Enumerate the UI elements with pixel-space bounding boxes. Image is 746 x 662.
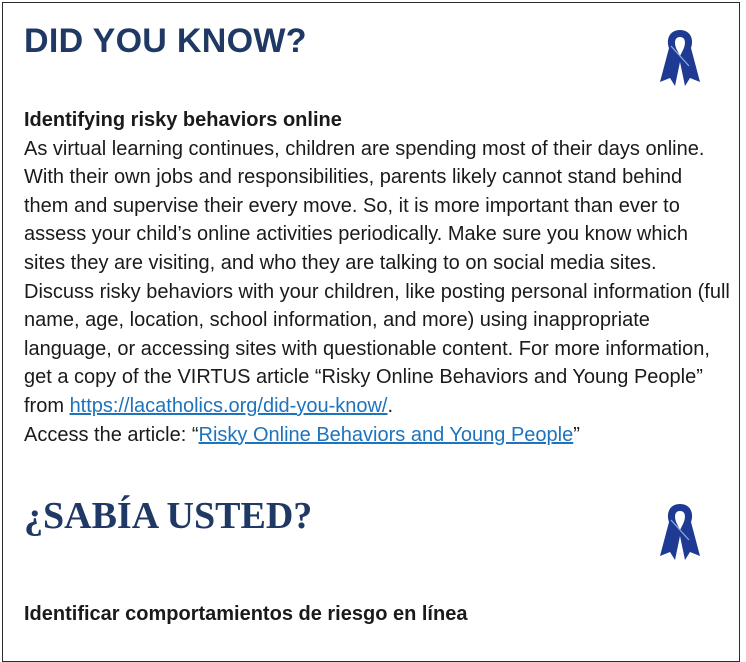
subheading-risky-behaviors: Identifying risky behaviors online bbox=[24, 109, 342, 131]
blue-ribbon-icon bbox=[660, 30, 700, 86]
blue-ribbon-icon bbox=[660, 504, 700, 560]
article-link[interactable]: Risky Online Behaviors and Young People bbox=[199, 424, 574, 446]
heading-sabia-usted: ¿SABÍA USTED? bbox=[24, 495, 313, 537]
did-you-know-link[interactable]: https://lacatholics.org/did-you-know/ bbox=[70, 395, 388, 417]
subheading-spanish: Identificar comportamientos de riesgo en… bbox=[24, 603, 468, 625]
body-end-punctuation: . bbox=[387, 394, 394, 417]
access-suffix: ” bbox=[573, 423, 580, 446]
article-english: Identifying risky behaviors online As vi… bbox=[24, 106, 730, 449]
heading-did-you-know: DID YOU KNOW? bbox=[24, 22, 307, 60]
article-body-text: As virtual learning continues, children … bbox=[24, 137, 730, 417]
access-prefix: Access the article: “ bbox=[24, 423, 199, 446]
article-body: As virtual learning continues, children … bbox=[24, 135, 730, 450]
